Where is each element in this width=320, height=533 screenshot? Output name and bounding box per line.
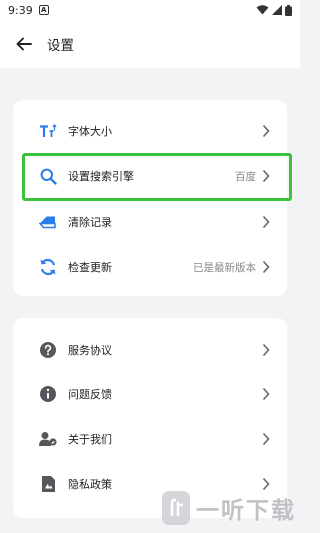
signal-icon xyxy=(272,5,282,15)
chevron-right-icon xyxy=(262,343,270,357)
back-button[interactable] xyxy=(9,29,39,59)
update-status-value: 已是最新版本 xyxy=(193,261,256,274)
eraser-icon xyxy=(39,213,57,231)
help-circle-icon xyxy=(39,341,57,359)
chevron-right-icon xyxy=(262,260,270,274)
chevron-right-icon xyxy=(262,124,270,138)
arrow-left-icon xyxy=(16,37,32,51)
settings-item-label: 检查更新 xyxy=(68,261,112,274)
settings-item-label: 设置搜索引擎 xyxy=(68,170,134,183)
settings-item-about-us[interactable]: 关于我们 xyxy=(13,419,287,459)
info-circle-icon xyxy=(39,385,57,403)
notification-badge: A xyxy=(38,5,49,15)
chevron-right-icon xyxy=(262,477,270,491)
wifi-icon xyxy=(256,5,269,15)
settings-item-label: 清除记录 xyxy=(68,216,112,229)
settings-item-search-engine[interactable]: 设置搜索引擎 百度 xyxy=(13,156,287,196)
settings-item-feedback[interactable]: 问题反馈 xyxy=(13,374,287,414)
watermark-logo-icon xyxy=(162,491,190,525)
settings-item-label: 字体大小 xyxy=(68,125,112,138)
battery-icon xyxy=(285,4,292,16)
app-bar: 设置 xyxy=(0,20,300,68)
settings-item-service-agreement[interactable]: 服务协议 xyxy=(13,330,287,370)
about-us-icon xyxy=(39,430,57,448)
search-engine-value: 百度 xyxy=(235,170,256,183)
privacy-document-icon xyxy=(39,475,57,493)
chevron-right-icon xyxy=(262,169,270,183)
settings-card-about: 服务协议 问题反馈 关于我们 隐私政策 xyxy=(13,318,287,518)
settings-item-font-size[interactable]: 字体大小 xyxy=(13,111,287,151)
chevron-right-icon xyxy=(262,215,270,229)
settings-card-general: 字体大小 设置搜索引擎 百度 清除记录 检查更新 已是最新版本 xyxy=(13,100,287,296)
settings-item-check-update[interactable]: 检查更新 已是最新版本 xyxy=(13,247,287,287)
settings-item-clear-history[interactable]: 清除记录 xyxy=(13,202,287,242)
settings-item-label: 隐私政策 xyxy=(68,478,112,491)
page-title: 设置 xyxy=(47,38,74,54)
settings-item-label: 服务协议 xyxy=(68,344,112,357)
chevron-right-icon xyxy=(262,432,270,446)
settings-item-label: 关于我们 xyxy=(68,433,112,446)
font-size-icon xyxy=(39,122,57,140)
status-bar: 9:39 A xyxy=(0,0,300,20)
chevron-right-icon xyxy=(262,387,270,401)
refresh-icon xyxy=(39,258,57,276)
settings-item-label: 问题反馈 xyxy=(68,388,112,401)
status-time: 9:39 xyxy=(8,3,33,17)
watermark-text: 一听下载 xyxy=(196,498,296,524)
search-icon xyxy=(39,167,57,185)
watermark: 一听下载 xyxy=(162,491,296,525)
status-icons xyxy=(256,4,292,16)
